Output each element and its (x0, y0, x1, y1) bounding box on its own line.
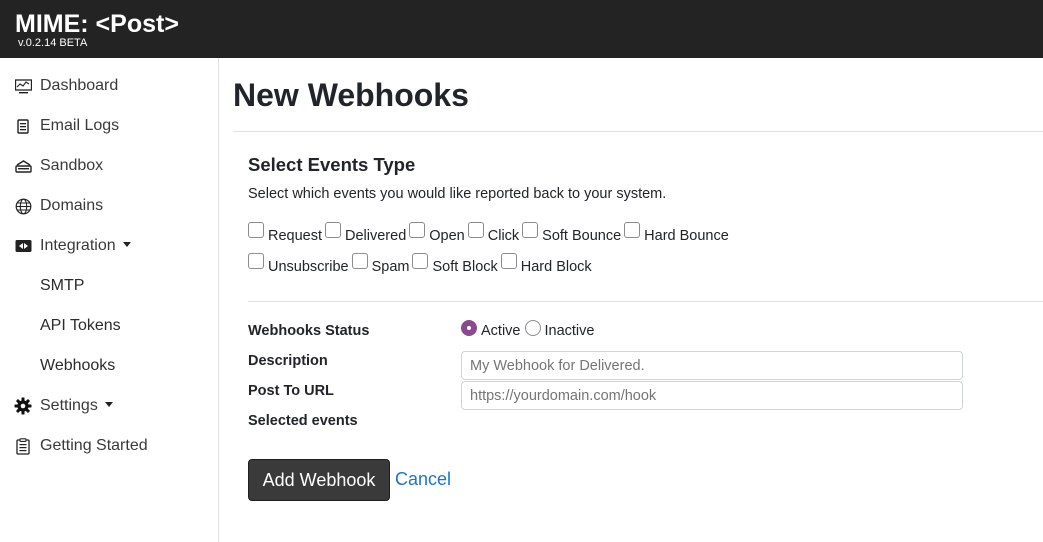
events-section-title: Select Events Type (248, 154, 416, 175)
event-checkbox[interactable] (412, 253, 429, 269)
add-webhook-button[interactable]: Add Webhook (248, 459, 390, 501)
event-hard-bounce[interactable]: Hard Bounce (624, 222, 732, 245)
post-to-url-label: Post To URL (248, 383, 334, 399)
event-label: Hard Bounce (644, 228, 729, 244)
sidebar-item-sandbox[interactable]: Sandbox (0, 146, 218, 186)
event-checkbox[interactable] (248, 222, 264, 238)
sidebar-item-label: Integration (40, 236, 131, 256)
sidebar-item-getting-started[interactable]: Getting Started (0, 426, 218, 466)
event-unsubscribe[interactable]: Unsubscribe (248, 253, 352, 276)
status-inactive-radio[interactable] (524, 320, 541, 336)
sandbox-icon (14, 157, 32, 175)
clipboard-icon (14, 437, 32, 455)
event-checkbox[interactable] (325, 222, 342, 238)
logs-icon (14, 117, 32, 135)
event-spam[interactable]: Spam (351, 253, 413, 276)
sidebar-item-label: SMTP (40, 277, 85, 294)
event-request[interactable]: Request (248, 222, 325, 245)
sidebar-item-settings[interactable]: Settings (0, 386, 218, 426)
integration-icon (14, 237, 32, 255)
event-checkbox[interactable] (500, 253, 517, 269)
globe-icon (14, 197, 32, 215)
chevron-down-icon (122, 242, 131, 247)
chevron-down-icon (104, 402, 113, 407)
event-checkbox[interactable] (624, 222, 641, 238)
monitor-icon (14, 77, 32, 95)
event-label: Request (268, 228, 323, 244)
status-active-radio[interactable] (461, 320, 477, 336)
event-click[interactable]: Click (467, 222, 522, 245)
event-hard-block[interactable]: Hard Block (500, 253, 595, 276)
event-delivered[interactable]: Delivered (325, 222, 409, 245)
event-checkbox[interactable] (522, 222, 539, 238)
sidebar-item-label: Dashboard (40, 77, 119, 94)
post-url-input[interactable] (461, 381, 963, 410)
event-label: Spam (371, 259, 410, 275)
events-section-subtitle: Select which events you would like repor… (248, 186, 667, 202)
event-soft-block[interactable]: Soft Block (412, 253, 500, 276)
event-label: Soft Bounce (542, 228, 622, 244)
sidebar-item-label: Settings (40, 396, 113, 416)
event-checkbox[interactable] (467, 222, 484, 238)
sidebar-item-integration[interactable]: Integration (0, 226, 218, 266)
main-content: New Webhooks Select Events Type Select w… (219, 58, 1043, 542)
status-inactive-label[interactable]: Inactive (545, 323, 595, 340)
sidebar-item-webhooks[interactable]: Webhooks (0, 346, 218, 386)
gear-icon (14, 397, 32, 415)
sidebar-item-label: Webhooks (40, 357, 116, 374)
section-divider (248, 301, 1043, 302)
status-active-label[interactable]: Active (481, 323, 521, 340)
webhooks-status-radios: Active Inactive (461, 320, 598, 340)
sidebar-item-label: API Tokens (40, 317, 121, 334)
event-label: Soft Block (432, 259, 498, 275)
sidebar-item-dashboard[interactable]: Dashboard (0, 66, 218, 106)
description-input[interactable] (461, 351, 963, 380)
sidebar-item-label: Domains (40, 197, 104, 214)
app-version: v.0.2.14 BETA (18, 37, 88, 49)
sidebar: Dashboard Email Logs Sandbox Domains Int… (0, 58, 219, 542)
event-checkbox[interactable] (409, 222, 426, 238)
event-soft-bounce[interactable]: Soft Bounce (522, 222, 624, 245)
sidebar-item-smtp[interactable]: SMTP (0, 266, 218, 306)
settings-label-text: Settings (40, 397, 98, 414)
selected-events-label: Selected events (248, 413, 358, 429)
event-label: Open (429, 228, 465, 244)
sidebar-item-api-tokens[interactable]: API Tokens (0, 306, 218, 346)
event-label: Unsubscribe (268, 259, 349, 275)
sidebar-item-label: Getting Started (40, 437, 148, 454)
integration-label-text: Integration (40, 237, 116, 254)
description-label: Description (248, 353, 328, 369)
event-label: Click (487, 228, 520, 244)
sidebar-item-domains[interactable]: Domains (0, 186, 218, 226)
events-row-2: Unsubscribe Spam Soft Block Hard Block (248, 253, 595, 276)
event-checkbox[interactable] (248, 253, 264, 269)
top-bar: MIME: <Post> v.0.2.14 BETA (0, 0, 1043, 58)
sidebar-item-label: Sandbox (40, 157, 104, 174)
event-open[interactable]: Open (409, 222, 467, 245)
page-title: New Webhooks (233, 77, 469, 113)
title-divider (233, 131, 1043, 132)
cancel-link[interactable]: Cancel (395, 468, 451, 490)
sidebar-item-label: Email Logs (40, 117, 120, 134)
event-checkbox[interactable] (351, 253, 368, 269)
app-brand[interactable]: MIME: <Post> (15, 9, 179, 39)
event-label: Hard Block (520, 259, 592, 275)
sidebar-item-email-logs[interactable]: Email Logs (0, 106, 218, 146)
event-label: Delivered (345, 228, 407, 244)
events-row-1: Request Delivered Open Click Soft Bounce… (248, 222, 732, 245)
webhooks-status-label: Webhooks Status (248, 323, 370, 339)
